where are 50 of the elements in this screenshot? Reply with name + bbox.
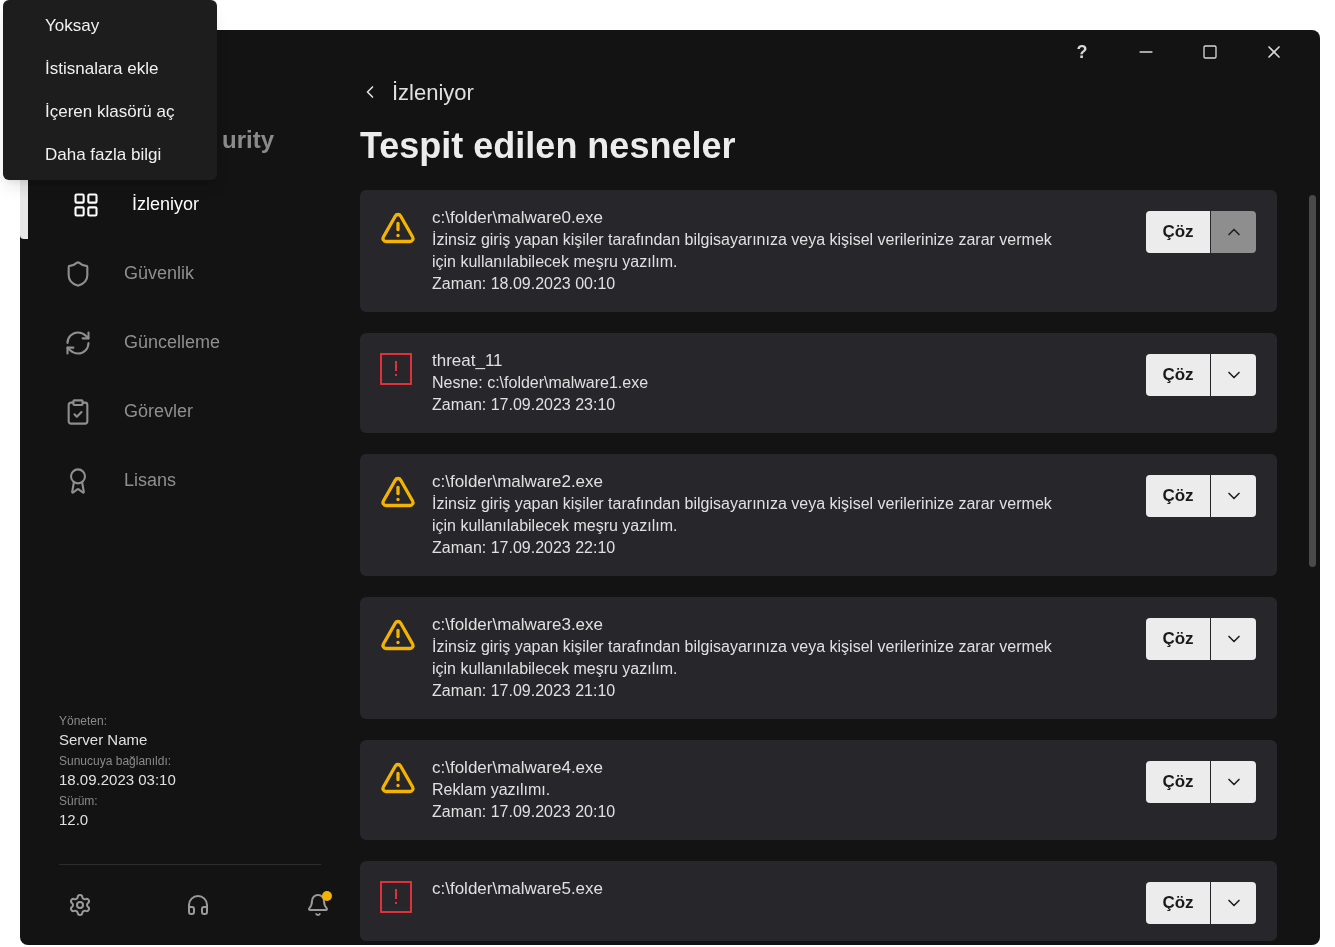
detection-text: Zaman: 17.09.2023 20:10	[432, 802, 617, 822]
page-title: Tespit edilen nesneler	[360, 124, 737, 168]
resolve-button[interactable]: Çöz	[1146, 761, 1210, 803]
grid-icon	[72, 190, 100, 219]
resolve-button[interactable]: Çöz	[1146, 475, 1210, 517]
detection-title: c:\folder\malware5.exe	[432, 878, 605, 900]
settings-icon[interactable]	[68, 893, 92, 917]
maximize-icon[interactable]	[1202, 44, 1218, 60]
alert-icon	[380, 353, 412, 385]
resolve-button[interactable]: Çöz	[1146, 882, 1210, 924]
detection-text: İzinsiz giriş yapan kişiler tarafından bilgisayarınıza veya kişisel verilerinize zarar vermek için kullanılabilecek meşru yazılım.	[432, 637, 1052, 679]
detection-title: c:\folder\malware2.exe	[432, 471, 605, 493]
info-label: Sürüm:	[59, 793, 99, 810]
info-value: Server Name	[59, 730, 149, 750]
menu-item[interactable]: İstisnalara ekle	[3, 47, 217, 90]
refresh-icon	[64, 328, 92, 357]
headset-icon[interactable]	[186, 893, 210, 917]
detection-text: Zaman: 18.09.2023 00:10	[432, 274, 617, 294]
info-value: 18.09.2023 03:10	[59, 770, 177, 790]
info-value: 12.0	[59, 810, 90, 830]
nav-item[interactable]: Güvenlik	[20, 239, 360, 308]
nav-item[interactable]: Güncelleme	[20, 308, 360, 377]
nav-item[interactable]: Görevler	[20, 377, 360, 446]
menu-item[interactable]: İçeren klasörü aç	[3, 90, 217, 133]
info-label: Yöneten:	[59, 713, 109, 730]
info-label: Sunucuya bağlanıldı:	[59, 753, 173, 770]
detection-text: Reklam yazılımı.	[432, 780, 552, 800]
detection-title: c:\folder\malware0.exe	[432, 207, 605, 229]
resolve-button[interactable]: Çöz	[1146, 211, 1210, 253]
warning-icon	[380, 210, 416, 246]
alert-icon	[380, 881, 412, 913]
help-button[interactable]: ?	[1050, 38, 1114, 66]
warning-icon	[380, 474, 416, 510]
detection-text: İzinsiz giriş yapan kişiler tarafından bilgisayarınıza veya kişisel verilerinize zarar vermek için kullanılabilecek meşru yazılım.	[432, 494, 1052, 536]
detection-text: Zaman: 17.09.2023 21:10	[432, 681, 617, 701]
warning-icon	[380, 617, 416, 653]
detection-text: Zaman: 17.09.2023 23:10	[432, 395, 617, 415]
detection-title: c:\folder\malware3.exe	[432, 614, 605, 636]
resolve-button[interactable]: Çöz	[1146, 354, 1210, 396]
warning-icon	[380, 760, 416, 796]
detection-text: Nesne: c:\folder\malware1.exe	[432, 373, 650, 393]
back-link[interactable]: İzleniyor	[360, 75, 474, 109]
detection-title: threat_11	[432, 350, 504, 372]
detection-text: Zaman: 17.09.2023 22:10	[432, 538, 617, 558]
detection-title: c:\folder\malware4.exe	[432, 757, 605, 779]
nav-item[interactable]: Lisans	[20, 446, 360, 515]
app-title: urity	[222, 125, 274, 155]
menu-item[interactable]: Yoksay	[3, 4, 217, 47]
detection-text: İzinsiz giriş yapan kişiler tarafından bilgisayarınıza veya kişisel verilerinize zarar vermek için kullanılabilecek meşru yazılım.	[432, 230, 1052, 272]
resolve-button[interactable]: Çöz	[1146, 618, 1210, 660]
